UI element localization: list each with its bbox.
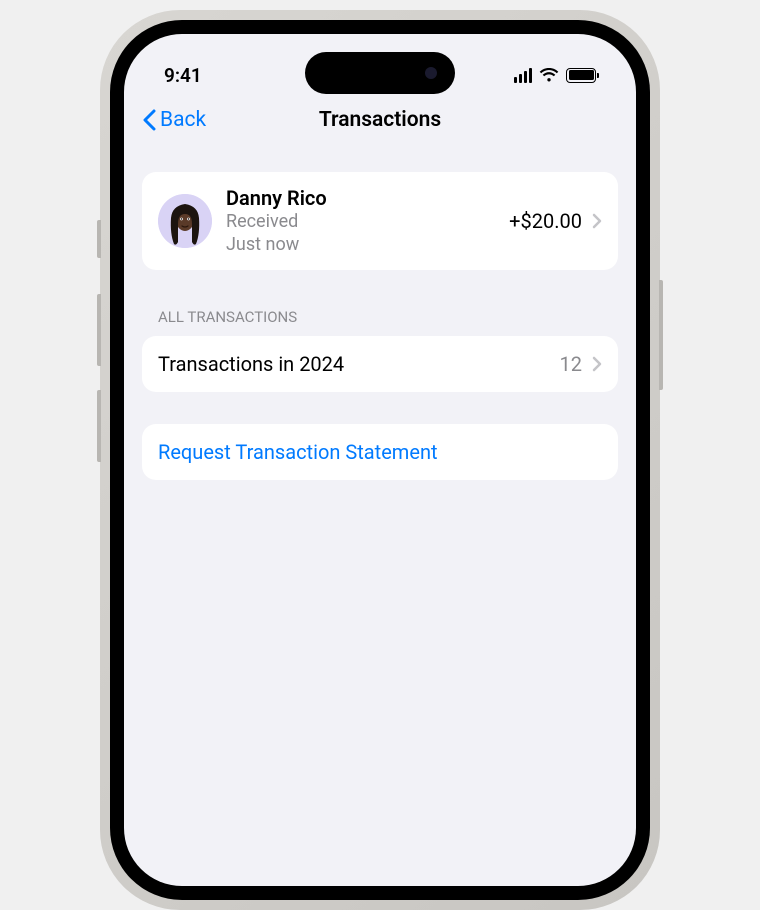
year-transactions-card: Transactions in 2024 12 [142, 336, 618, 392]
cellular-signal-icon [514, 68, 533, 83]
chevron-right-icon [592, 356, 602, 372]
chevron-left-icon [142, 109, 156, 131]
nav-bar: Back Transactions [124, 96, 636, 148]
back-button[interactable]: Back [142, 108, 206, 132]
latest-transaction-card: Danny Rico Received Just now +$20.00 [142, 172, 618, 270]
chevron-right-icon [592, 213, 602, 229]
year-label: Transactions in 2024 [158, 352, 344, 376]
section-header-all: ALL TRANSACTIONS [142, 278, 618, 336]
status-time: 9:41 [164, 64, 202, 87]
avatar [158, 194, 212, 248]
page-title: Transactions [319, 108, 441, 132]
back-label: Back [160, 108, 206, 132]
status-indicators [514, 68, 597, 83]
year-count: 12 [560, 352, 582, 376]
battery-icon [566, 68, 596, 83]
transaction-status: Received [226, 211, 495, 234]
side-buttons-left [97, 220, 101, 486]
request-statement-card: Request Transaction Statement [142, 424, 618, 480]
request-statement-button[interactable]: Request Transaction Statement [142, 424, 618, 480]
transaction-time: Just now [226, 234, 495, 257]
wifi-icon [539, 68, 559, 83]
dynamic-island [305, 52, 455, 94]
transaction-info: Danny Rico Received Just now [226, 186, 495, 256]
year-transactions-row[interactable]: Transactions in 2024 12 [142, 336, 618, 392]
request-statement-label: Request Transaction Statement [158, 440, 438, 464]
device-frame: 9:41 Back Trans [100, 10, 660, 910]
transaction-row[interactable]: Danny Rico Received Just now +$20.00 [142, 172, 618, 270]
transaction-name: Danny Rico [226, 186, 495, 211]
side-button-right [659, 280, 663, 390]
transaction-amount: +$20.00 [509, 209, 582, 233]
